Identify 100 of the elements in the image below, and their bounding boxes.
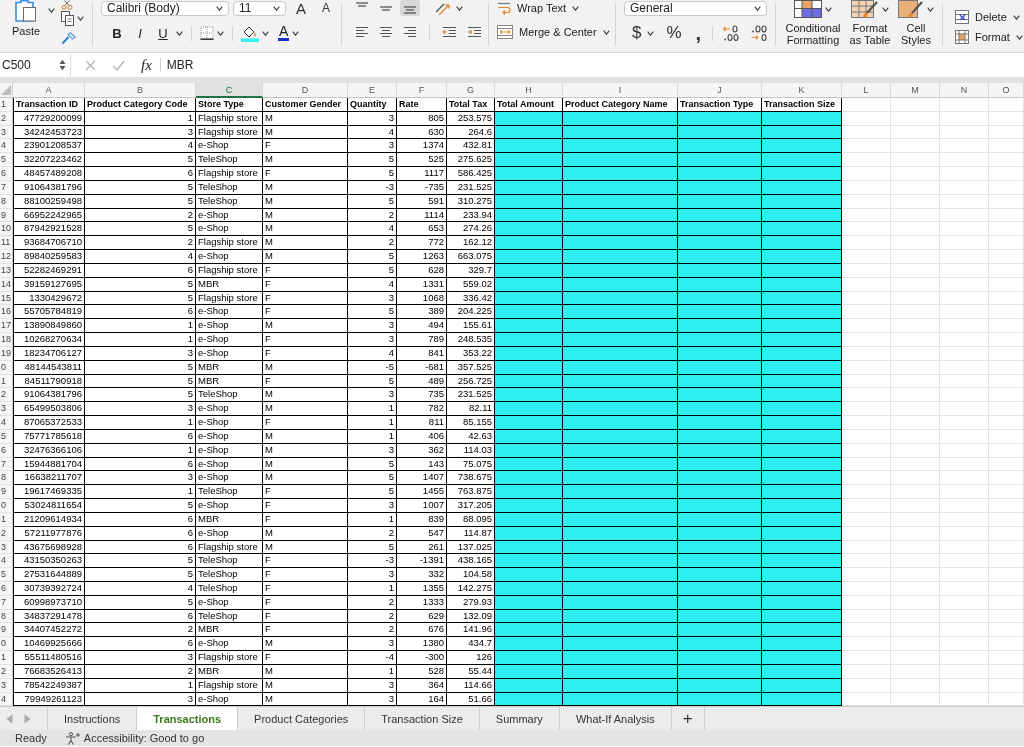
empty-cell (989, 125, 1024, 140)
column-header[interactable]: B (85, 83, 196, 98)
insert-function-button[interactable]: fx (141, 57, 152, 73)
column-header[interactable]: O (989, 83, 1024, 98)
fill-color-icon[interactable] (241, 24, 259, 42)
caret-icon[interactable] (1012, 14, 1020, 20)
caret-icon[interactable] (262, 30, 269, 36)
row-header[interactable]: 8 (0, 471, 13, 486)
column-header[interactable]: F (397, 83, 447, 98)
caret-icon[interactable] (77, 16, 84, 21)
column-header[interactable]: J (678, 83, 762, 98)
caret-icon[interactable] (882, 6, 889, 12)
row-header[interactable]: 9 (0, 485, 13, 499)
decrease-indent-icon[interactable] (442, 26, 457, 38)
column-header[interactable]: G (447, 83, 495, 98)
tile-brush-icon (898, 0, 924, 18)
borders-icon[interactable] (200, 26, 214, 40)
empty-cell (940, 582, 989, 596)
column-header[interactable]: H (495, 83, 563, 98)
column-header[interactable]: I (563, 83, 678, 98)
caret-icon[interactable] (754, 5, 761, 11)
row-header[interactable]: 1 (0, 98, 13, 112)
decrease-decimal-icon[interactable] (750, 24, 769, 42)
caret-icon[interactable] (572, 5, 580, 11)
row-header[interactable]: 4 (0, 139, 13, 154)
currency-button[interactable]: $ (630, 25, 644, 41)
align-right-icon[interactable] (403, 26, 417, 38)
column-header[interactable]: D (263, 83, 348, 98)
caret-icon[interactable] (456, 5, 463, 11)
column-header[interactable]: N (940, 83, 989, 98)
accessibility-icon[interactable] (64, 731, 81, 745)
conditional-formatting-button[interactable]: Conditional Formatting (784, 0, 842, 50)
accessibility-status[interactable]: Accessibility: Good to go (83, 732, 205, 745)
row-header[interactable]: 4 (0, 416, 13, 430)
font-size-dropdown[interactable]: 11 (233, 0, 286, 16)
row-header[interactable]: 0 (0, 637, 13, 652)
caret-icon[interactable] (602, 29, 610, 35)
format-cells-button[interactable]: Format (955, 30, 1023, 44)
column-header[interactable]: M (891, 83, 940, 98)
comma-style-button[interactable]: , (693, 25, 704, 41)
copy-icon[interactable] (61, 11, 74, 26)
column-header[interactable]: L (842, 83, 891, 98)
caret-icon[interactable] (217, 30, 224, 36)
formula-field[interactable]: MBR (166, 55, 1024, 75)
row-header[interactable]: 9 (0, 623, 13, 638)
caret-icon[interactable] (647, 30, 655, 36)
caret-icon[interactable] (176, 30, 183, 36)
paintbrush-icon[interactable] (61, 31, 77, 45)
underline-button[interactable]: U (153, 25, 173, 41)
caret-icon[interactable] (273, 5, 280, 11)
caret-icon[interactable] (927, 6, 934, 12)
text-angle-icon[interactable] (434, 0, 452, 16)
stepper-icon[interactable] (59, 59, 66, 71)
row-header[interactable]: 5 (0, 568, 13, 582)
paste-button[interactable]: Paste (4, 0, 48, 38)
merge-center-button[interactable]: Merge & Center (497, 25, 610, 39)
grow-font-button[interactable]: A (294, 0, 308, 16)
column-header[interactable]: K (762, 83, 842, 98)
caret-icon[interactable] (48, 8, 55, 13)
number-format-dropdown[interactable]: General (624, 0, 767, 16)
font-color-button[interactable]: A (278, 25, 290, 41)
caret-icon[interactable] (825, 6, 832, 12)
percent-button[interactable]: % (664, 25, 684, 41)
row-header[interactable]: 1 (0, 651, 13, 665)
row-header[interactable]: 5 (0, 153, 13, 168)
row-header[interactable]: 4 (0, 554, 13, 569)
bottom-align-button[interactable] (400, 0, 420, 16)
format-as-table-button[interactable]: Format as Table (848, 0, 892, 50)
empty-cell (989, 651, 1024, 665)
wrap-text-button[interactable]: Wrap Text (497, 1, 580, 15)
sheet-tab[interactable]: Transactions (137, 707, 239, 731)
shrink-font-button[interactable]: A (320, 0, 333, 16)
column-header[interactable]: C (196, 83, 263, 98)
font-name-dropdown[interactable]: Calibri (Body) (101, 0, 229, 16)
increase-decimal-icon[interactable] (722, 24, 741, 42)
row-header[interactable]: 16 (0, 305, 13, 320)
row-header[interactable]: 17 (0, 319, 13, 334)
scissors-icon[interactable] (61, 0, 73, 10)
increase-indent-icon[interactable] (467, 26, 482, 38)
column-header[interactable]: E (348, 83, 397, 98)
row-header[interactable]: 11 (0, 236, 13, 251)
name-box[interactable]: C500 (0, 55, 70, 75)
caret-icon[interactable] (216, 5, 223, 11)
row-header[interactable]: 10 (0, 222, 13, 237)
column-header[interactable]: A (13, 83, 85, 98)
italic-button[interactable]: I (130, 25, 150, 41)
row-header[interactable]: 12 (0, 250, 13, 264)
caret-icon[interactable] (292, 30, 300, 36)
caret-icon[interactable] (1015, 34, 1023, 40)
cell-styles-button[interactable]: Cell Styles (898, 0, 934, 50)
align-center-icon[interactable] (379, 26, 393, 38)
bold-button[interactable]: B (107, 25, 127, 41)
row-header[interactable]: 6 (0, 167, 13, 181)
row-header[interactable]: 2 (0, 388, 13, 403)
empty-cell (940, 98, 989, 112)
row-header[interactable]: 18 (0, 333, 13, 347)
delete-button[interactable]: Delete (955, 10, 1023, 24)
row-header[interactable]: 3 (0, 402, 13, 417)
row-header[interactable]: 0 (0, 499, 13, 513)
align-left-icon[interactable] (355, 26, 369, 38)
